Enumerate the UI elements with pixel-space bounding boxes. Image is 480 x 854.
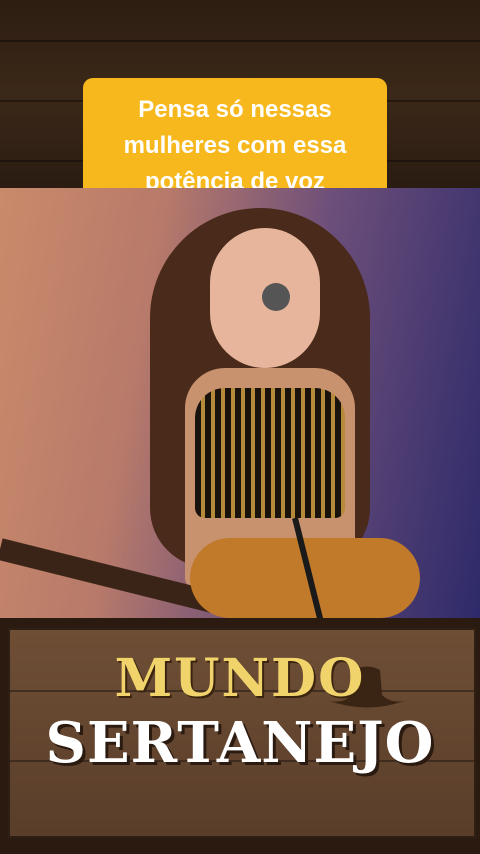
logo-title-bottom: SERTANEJO <box>45 710 435 776</box>
microphone-icon <box>262 283 290 311</box>
logo-title-top: MUNDO <box>114 648 366 709</box>
video-frame[interactable] <box>0 188 480 618</box>
wood-plank-line <box>0 40 480 42</box>
caption-text: Pensa só nessas mulheres com essa potênc… <box>123 95 347 195</box>
singer-top <box>195 388 345 518</box>
